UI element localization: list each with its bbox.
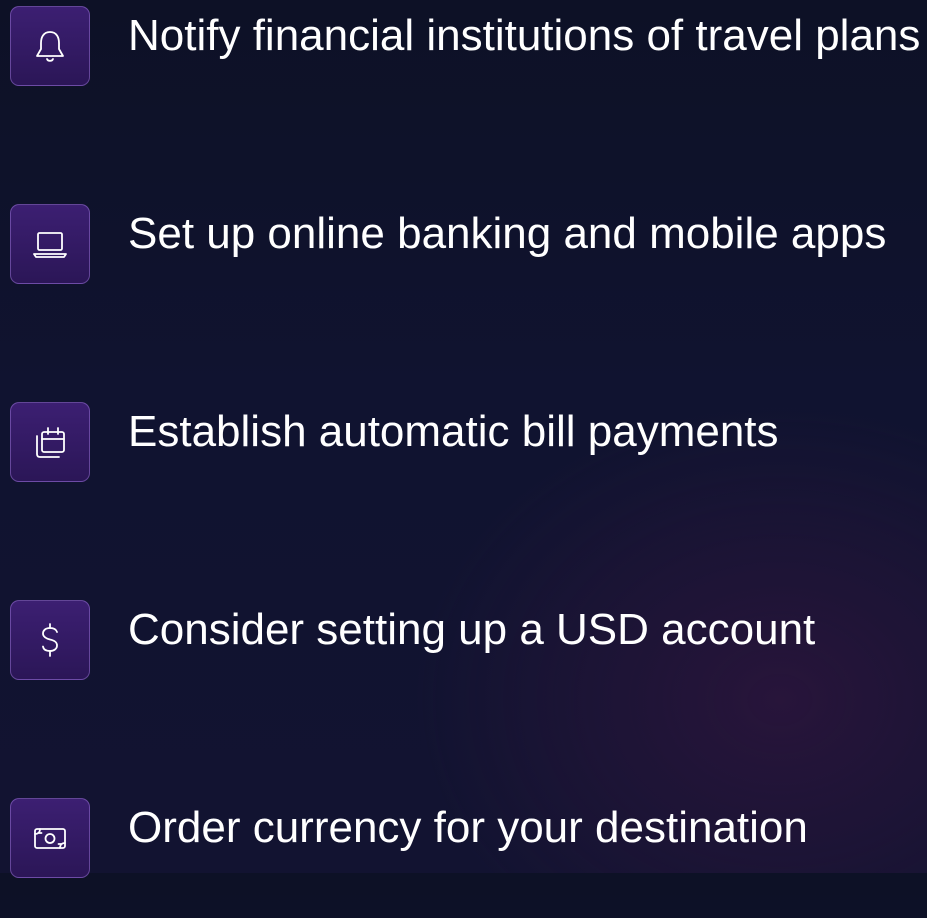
laptop-icon [10, 204, 90, 284]
item-label: Establish automatic bill payments [128, 407, 779, 456]
item-label: Notify financial institutions of travel … [128, 11, 921, 60]
checklist: Notify financial institutions of travel … [0, 0, 927, 878]
list-item-bill-payments: Establish automatic bill payments [10, 402, 920, 522]
calendar-icon [10, 402, 90, 482]
list-item-order-currency: Order currency for your destination [10, 798, 920, 918]
list-item-usd-account: Consider setting up a USD account [10, 600, 920, 720]
list-item-online-banking: Set up online banking and mobile apps [10, 204, 920, 324]
list-item-notify-institutions: Notify financial institutions of travel … [10, 6, 920, 126]
dollar-icon [10, 600, 90, 680]
bell-icon [10, 6, 90, 86]
item-label: Order currency for your destination [128, 803, 808, 852]
item-label: Consider setting up a USD account [128, 605, 816, 654]
banknote-icon [10, 798, 90, 878]
item-label: Set up online banking and mobile apps [128, 209, 887, 258]
